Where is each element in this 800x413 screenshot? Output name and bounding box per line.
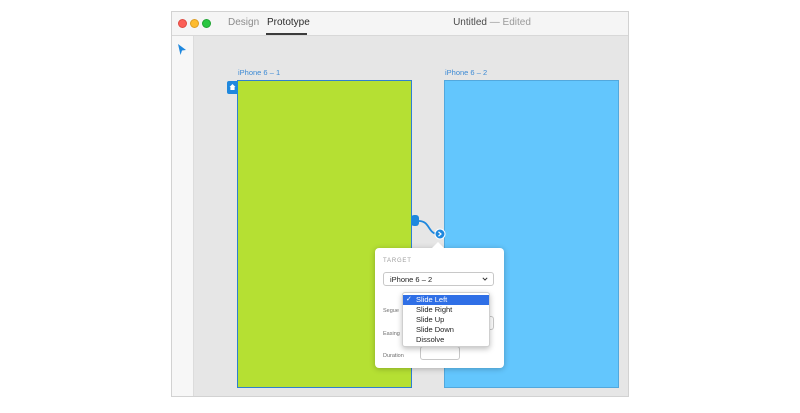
document-status: — Edited <box>489 17 531 28</box>
duration-label: Duration <box>383 353 404 359</box>
document-title: Untitled — Edited <box>172 17 628 29</box>
easing-label: Easing <box>383 331 400 337</box>
home-artboard-badge[interactable] <box>227 81 238 94</box>
app-window: Design Prototype Untitled — Edited iPhon… <box>171 11 629 397</box>
target-select[interactable]: iPhone 6 – 2 <box>383 272 494 286</box>
segue-option-slide-right[interactable]: Slide Right <box>403 305 489 315</box>
select-tool-icon[interactable] <box>177 44 187 56</box>
left-toolbar <box>172 36 194 396</box>
target-select-value: iPhone 6 – 2 <box>390 275 433 284</box>
segue-dropdown[interactable]: ✓ Slide Left Slide Right Slide Up Slide … <box>402 292 490 347</box>
home-icon <box>229 84 236 90</box>
segue-option-slide-left[interactable]: ✓ Slide Left <box>403 295 489 305</box>
popover-arrow <box>431 242 445 249</box>
checkmark-icon: ✓ <box>406 296 412 303</box>
active-tab-indicator <box>266 33 307 35</box>
artboard-label-1[interactable]: iPhone 6 – 1 <box>238 68 280 77</box>
title-bar: Design Prototype Untitled — Edited <box>172 12 628 36</box>
chevron-down-icon <box>482 277 488 281</box>
segue-option-label: Dissolve <box>416 335 445 344</box>
segue-option-slide-down[interactable]: Slide Down <box>403 325 489 335</box>
target-heading: TARGET <box>383 258 412 264</box>
segue-option-label: Slide Left <box>416 295 448 304</box>
document-name: Untitled <box>453 17 487 28</box>
artboard-label-2[interactable]: iPhone 6 – 2 <box>445 68 487 77</box>
segue-option-label: Slide Down <box>416 325 454 334</box>
segue-option-label: Slide Up <box>416 315 445 324</box>
segue-option-slide-up[interactable]: Slide Up <box>403 315 489 325</box>
segue-label: Segue <box>383 308 399 314</box>
duration-input[interactable] <box>420 346 460 360</box>
segue-option-dissolve[interactable]: Dissolve <box>403 335 489 345</box>
segue-option-label: Slide Right <box>416 305 453 314</box>
